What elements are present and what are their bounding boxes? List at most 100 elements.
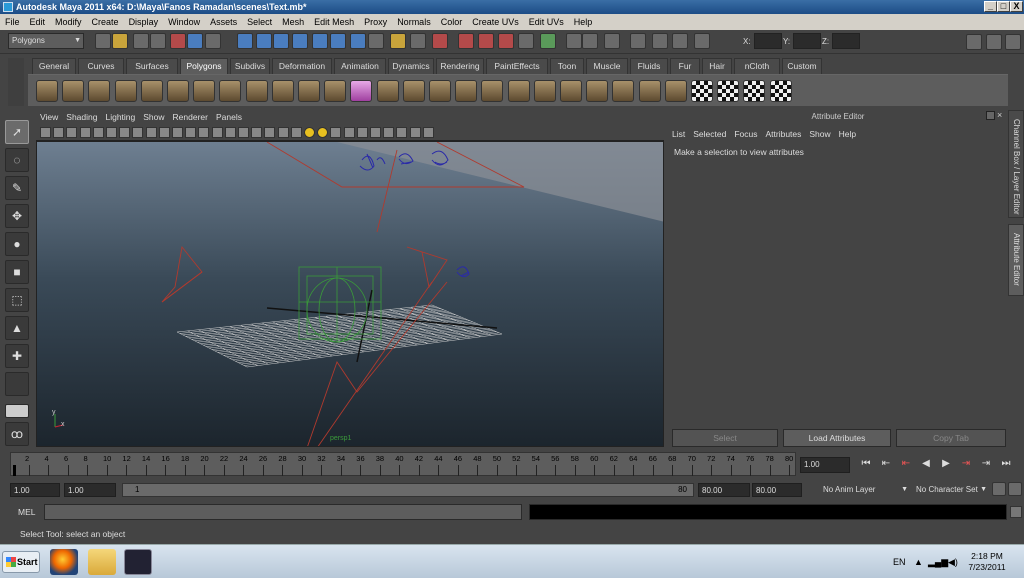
viewport-menu-shading[interactable]: Shading — [62, 110, 101, 125]
preferences-icon[interactable] — [1008, 482, 1022, 496]
shelf-tab-painteffects[interactable]: PaintEffects — [486, 58, 548, 74]
maya-taskbar-icon[interactable] — [124, 549, 152, 575]
go-to-start-icon[interactable]: ⏮ — [858, 457, 874, 471]
soft-mod-tool-icon[interactable]: ▲ — [5, 316, 29, 340]
viewport-toolbar-icon[interactable] — [106, 127, 117, 138]
status-tool-icon[interactable] — [694, 33, 710, 49]
status-tool-icon[interactable] — [112, 33, 128, 49]
viewport-menu-show[interactable]: Show — [139, 110, 168, 125]
shelf-polygon-tool-icon[interactable] — [717, 80, 740, 102]
viewport-menu-panels[interactable]: Panels — [212, 110, 246, 125]
status-tool-icon[interactable] — [133, 33, 149, 49]
shelf-tab-fluids[interactable]: Fluids — [630, 58, 668, 74]
playback-start-field[interactable]: 1.00 — [64, 483, 116, 497]
viewport-toolbar-icon[interactable] — [172, 127, 183, 138]
range-slider-bar[interactable]: 1 80 — [122, 483, 694, 497]
shelf-tab-animation[interactable]: Animation — [334, 58, 386, 74]
shelf-polygon-tool-icon[interactable] — [533, 80, 556, 102]
viewport-toolbar-icon[interactable] — [383, 127, 395, 138]
shelf-tab-rendering[interactable]: Rendering — [436, 58, 484, 74]
firefox-icon[interactable] — [50, 549, 78, 575]
shelf-polygon-tool-icon[interactable] — [560, 80, 582, 102]
shelf-polygon-tool-icon[interactable] — [36, 80, 58, 102]
shelf-polygon-tool-icon[interactable] — [507, 80, 530, 102]
shelf-polygon-tool-icon[interactable] — [612, 80, 635, 102]
viewport-toolbar-icon[interactable] — [132, 127, 144, 138]
menu-assets[interactable]: Assets — [205, 14, 242, 30]
anim-layer-dropdown[interactable]: No Anim Layer ▼ — [820, 483, 910, 497]
viewport-toolbar-icon[interactable] — [185, 127, 197, 138]
end-time-field[interactable]: 80.00 — [752, 483, 802, 497]
viewport-toolbar-icon[interactable] — [224, 127, 236, 138]
shelf-tab-hair[interactable]: Hair — [702, 58, 732, 74]
viewport-toolbar-icon[interactable] — [396, 127, 408, 138]
menu-select[interactable]: Select — [242, 14, 277, 30]
layout-persp-icon[interactable]: ꝏ — [5, 422, 29, 446]
menu-edit-uvs[interactable]: Edit UVs — [524, 14, 569, 30]
status-tool-icon[interactable] — [652, 33, 668, 49]
menu-create[interactable]: Create — [87, 14, 124, 30]
viewport-menu-lighting[interactable]: Lighting — [101, 110, 139, 125]
viewport-toolbar-icon[interactable] — [119, 127, 131, 138]
viewport-toolbar-icon[interactable] — [211, 127, 223, 138]
playback-end-field[interactable]: 80.00 — [698, 483, 750, 497]
status-tool-icon[interactable] — [273, 33, 289, 49]
step-back-frame-icon[interactable]: ⇤ — [898, 457, 914, 471]
network-icon[interactable]: ▂▄▆ — [928, 557, 948, 568]
menu-window[interactable]: Window — [163, 14, 205, 30]
time-slider[interactable]: 2 4 6 8 10 12 14 16 18 20 22 24 26 28 30 32 34 36 38 40 42 44… — [10, 452, 796, 476]
shelf-polygon-tool-icon[interactable] — [114, 80, 137, 102]
shelf-polygon-tool-icon[interactable] — [219, 80, 242, 102]
shelf-polygon-tool-icon[interactable] — [769, 80, 792, 102]
viewport-toolbar-icon[interactable] — [145, 127, 157, 138]
status-tool-icon[interactable] — [582, 33, 598, 49]
shelf-polygon-tool-icon[interactable] — [167, 80, 189, 102]
channel-box-side-tab[interactable]: Channel Box / Layer Editor — [1008, 110, 1024, 218]
start-button[interactable]: Start — [2, 551, 40, 573]
viewport-toolbar-icon[interactable] — [290, 127, 302, 138]
channel-box-toggle-icon[interactable] — [986, 34, 1002, 50]
ae-menu-list[interactable]: List — [668, 126, 689, 142]
select-button[interactable]: Select — [672, 429, 778, 447]
viewport-toolbar-icon[interactable] — [92, 127, 104, 138]
shelf-polygon-tool-icon[interactable] — [350, 80, 373, 102]
shelf-tab-dynamics[interactable]: Dynamics — [388, 58, 434, 74]
clock[interactable]: 2:18 PM 7/23/2011 — [962, 551, 1012, 573]
status-tool-icon[interactable] — [518, 33, 534, 49]
move-tool-icon[interactable]: ✥ — [5, 204, 29, 228]
shelf-tab-ncloth[interactable]: nCloth — [734, 58, 780, 74]
status-tool-icon[interactable] — [498, 33, 514, 49]
shelf-tab-muscle[interactable]: Muscle — [586, 58, 628, 74]
command-language-label[interactable]: MEL — [18, 507, 35, 517]
step-back-key-icon[interactable]: ⇤ — [878, 457, 894, 471]
status-tool-icon[interactable] — [540, 33, 556, 49]
last-tool-icon[interactable] — [5, 372, 29, 396]
viewport-toolbar-icon[interactable] — [264, 127, 276, 138]
viewport-toolbar-icon[interactable] — [422, 127, 434, 138]
select-tool-icon[interactable]: ➚ — [5, 120, 29, 144]
character-set-dropdown[interactable]: No Character Set ▼ — [913, 483, 989, 497]
viewport-toolbar-icon[interactable] — [79, 127, 91, 138]
viewport-toolbar-icon[interactable] — [251, 127, 263, 138]
status-tool-icon[interactable] — [330, 33, 346, 49]
viewport-menu-renderer[interactable]: Renderer — [169, 110, 212, 125]
shelf-polygon-tool-icon[interactable] — [245, 80, 268, 102]
shelf-polygon-tool-icon[interactable] — [743, 80, 766, 102]
viewport-toolbar-icon[interactable] — [304, 127, 315, 138]
viewport-toolbar-icon[interactable] — [198, 127, 210, 138]
status-tool-icon[interactable] — [604, 33, 620, 49]
copy-tab-button[interactable]: Copy Tab — [896, 429, 1006, 447]
shelf-polygon-tool-icon[interactable] — [664, 80, 687, 102]
scale-tool-icon[interactable]: ■ — [5, 260, 29, 284]
menu-mesh[interactable]: Mesh — [277, 14, 309, 30]
viewport-toolbar-icon[interactable] — [66, 127, 78, 138]
shelf-polygon-tool-icon[interactable] — [481, 80, 504, 102]
viewport-toolbar-icon[interactable] — [356, 127, 368, 138]
status-tool-icon[interactable] — [390, 33, 406, 49]
current-time-marker[interactable] — [13, 465, 16, 476]
tool-settings-toggle-icon[interactable] — [1005, 34, 1021, 50]
coord-x-input[interactable] — [754, 33, 782, 49]
close-panel-icon[interactable]: × — [997, 110, 1006, 120]
shelf-polygon-tool-icon[interactable] — [298, 80, 320, 102]
shelf-polygon-tool-icon[interactable] — [62, 80, 85, 102]
